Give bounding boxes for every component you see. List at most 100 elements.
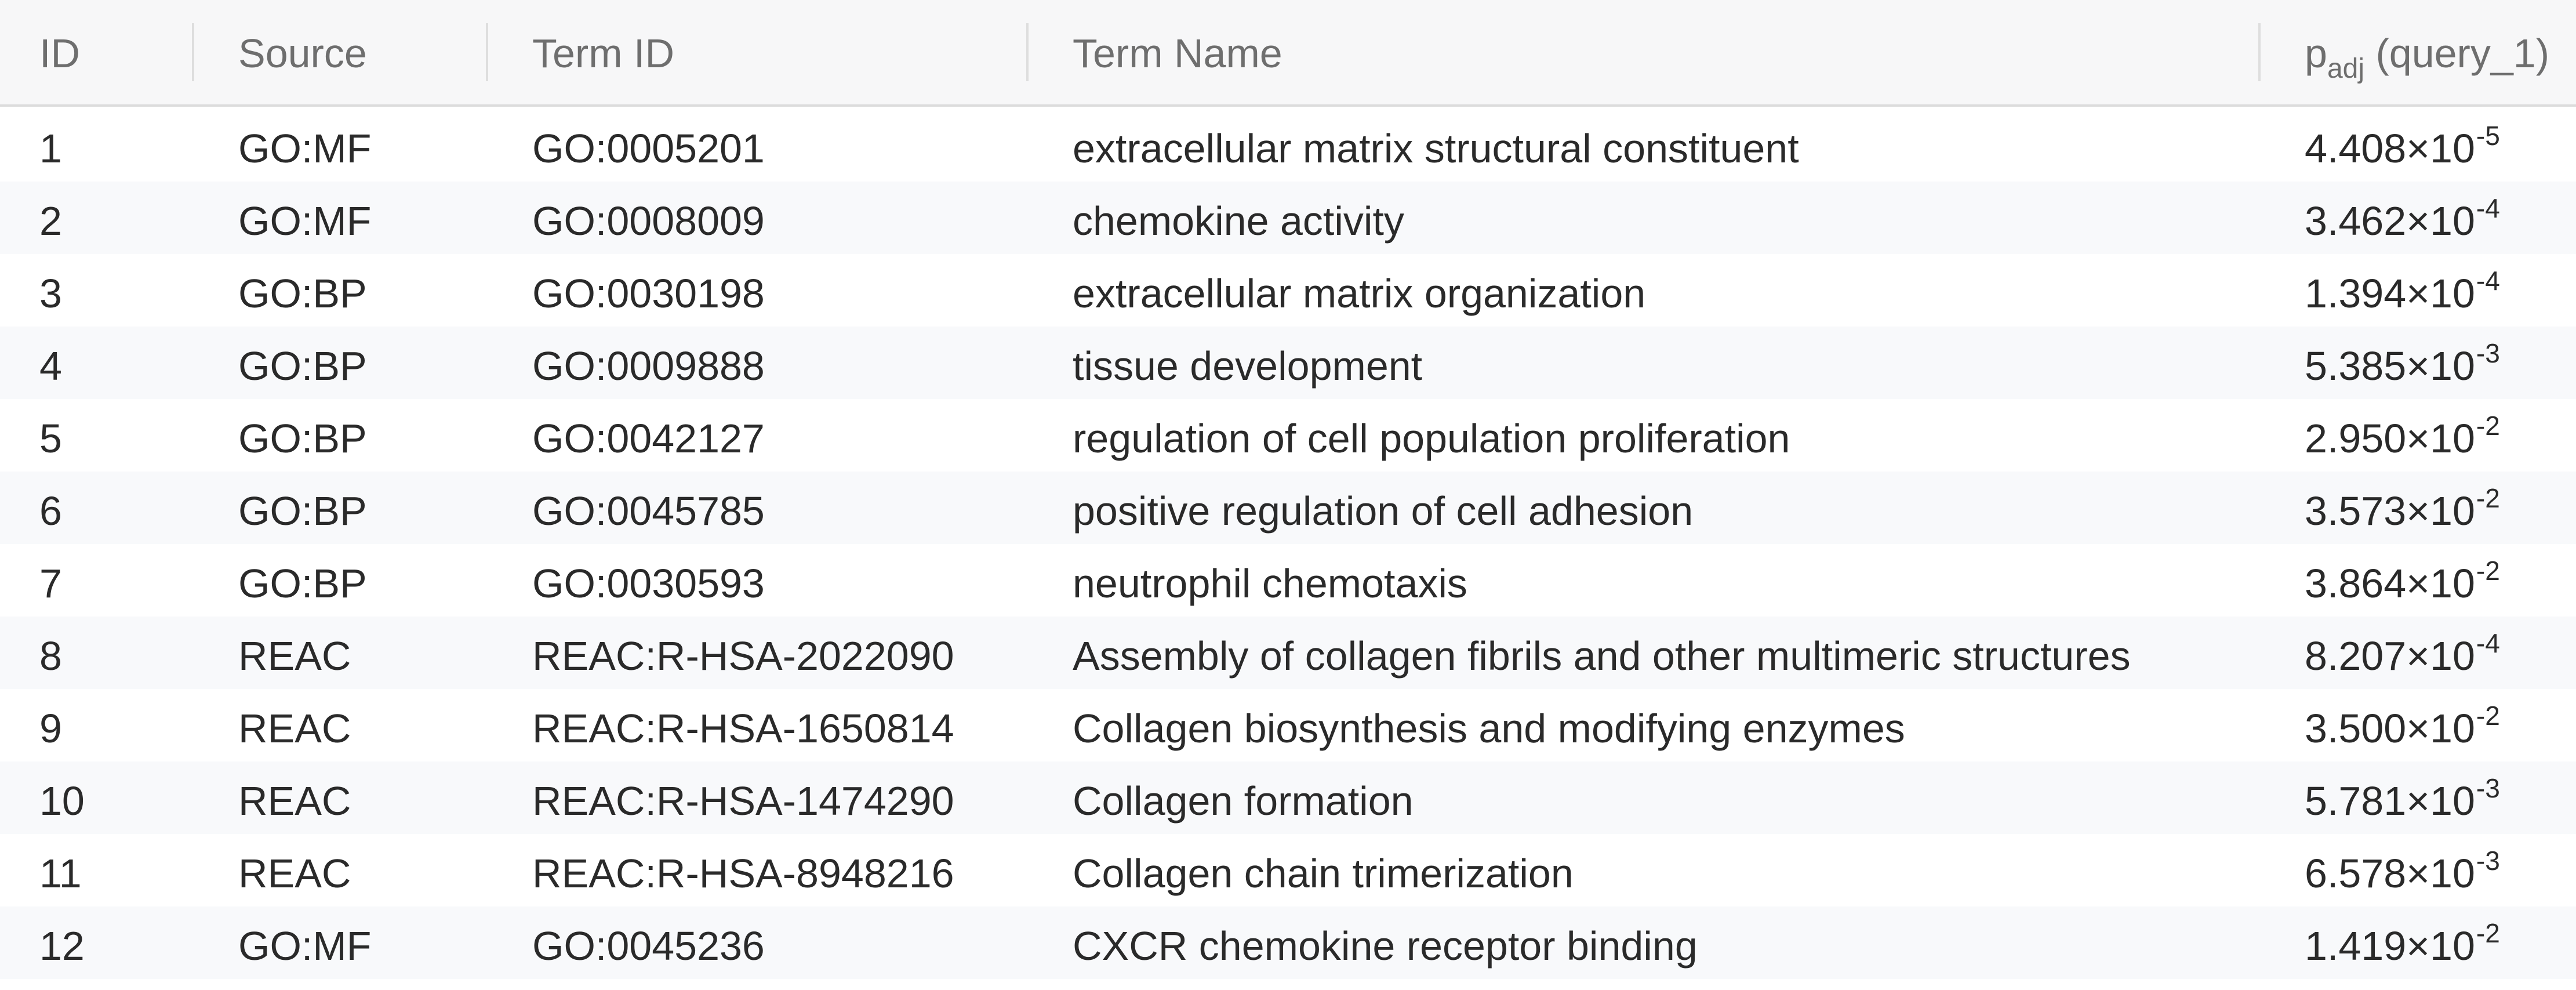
padj-mantissa: 2.950 (2305, 416, 2407, 461)
padj-exponent: -4 (2476, 266, 2500, 296)
cell-source: GO:BP (238, 271, 367, 316)
table-row[interactable]: 3 GO:BP GO:0030198 extracellular matrix org… (0, 254, 2576, 327)
enrichment-results-table: ID Source Term ID Term Name padj (query_… (0, 0, 2576, 979)
padj-exponent: -2 (2476, 918, 2500, 948)
padj-exponent: -3 (2476, 338, 2500, 368)
cell-term-id: REAC:R-HSA-1650814 (532, 706, 954, 751)
cell-term-name: Assembly of collagen fibrils and other m… (1073, 633, 2131, 679)
cell-source: REAC (238, 778, 351, 824)
padj-mantissa: 1.394 (2305, 271, 2407, 316)
cell-source: GO:MF (238, 198, 372, 244)
padj-exponent: -3 (2476, 773, 2500, 803)
cell-term-id: GO:0042127 (532, 416, 765, 461)
cell-padj: 3.462×10-4 (2305, 182, 2500, 254)
padj-mantissa: 5.385 (2305, 343, 2407, 389)
table-row[interactable]: 6 GO:BP GO:0045785 positive regulation of c… (0, 472, 2576, 544)
table-row[interactable]: 1 GO:MF GO:0005201 extracellular matrix str… (0, 109, 2576, 182)
padj-times-ten: ×10 (2406, 488, 2475, 534)
cell-source: GO:MF (238, 923, 372, 969)
cell-term-id: GO:0030593 (532, 561, 765, 606)
cell-source: GO:MF (238, 126, 372, 171)
cell-source: GO:BP (238, 343, 367, 389)
cell-term-id: GO:0005201 (532, 126, 765, 171)
cell-padj: 6.578×10-3 (2305, 834, 2500, 906)
padj-subscript: adj (2327, 53, 2364, 84)
padj-exponent: -2 (2476, 701, 2500, 731)
cell-source: REAC (238, 633, 351, 679)
cell-id: 5 (39, 416, 62, 461)
column-header-term-id[interactable]: Term ID (532, 0, 674, 107)
table-row[interactable]: 4 GO:BP GO:0009888 tissue development 5.385×… (0, 327, 2576, 399)
cell-term-name: CXCR chemokine receptor binding (1073, 923, 1698, 969)
cell-term-name: chemokine activity (1073, 198, 1404, 244)
padj-exponent: -2 (2476, 411, 2500, 441)
cell-source: GO:BP (238, 416, 367, 461)
column-divider[interactable] (192, 23, 194, 81)
padj-mantissa: 6.578 (2305, 851, 2407, 896)
table-row[interactable]: 2 GO:MF GO:0008009 chemokine activity 3.462×… (0, 182, 2576, 254)
cell-term-name: regulation of cell population proliferat… (1073, 416, 1790, 461)
cell-term-id: REAC:R-HSA-2022090 (532, 633, 954, 679)
column-divider[interactable] (2258, 23, 2261, 81)
cell-term-id: GO:0045785 (532, 488, 765, 534)
column-header-term-name[interactable]: Term Name (1073, 0, 1282, 107)
padj-query-label: (query_1) (2364, 31, 2550, 76)
column-divider[interactable] (486, 23, 488, 81)
table-row[interactable]: 9 REAC REAC:R-HSA-1650814 Collagen biosynth… (0, 689, 2576, 761)
padj-times-ten: ×10 (2406, 851, 2475, 896)
padj-exponent: -2 (2476, 483, 2500, 513)
cell-padj: 3.500×10-2 (2305, 689, 2500, 761)
cell-padj: 3.573×10-2 (2305, 472, 2500, 544)
padj-mantissa: 8.207 (2305, 633, 2407, 679)
padj-exponent: -2 (2476, 556, 2500, 586)
table-header: ID Source Term ID Term Name padj (query_… (0, 0, 2576, 107)
table-row[interactable]: 8 REAC REAC:R-HSA-2022090 Assembly of colla… (0, 617, 2576, 689)
column-header-padj[interactable]: padj (query_1) (2305, 0, 2549, 107)
table-row[interactable]: 11 REAC REAC:R-HSA-8948216 Collagen chain t… (0, 834, 2576, 906)
cell-term-id: GO:0008009 (532, 198, 765, 244)
cell-source: GO:BP (238, 488, 367, 534)
cell-padj: 5.385×10-3 (2305, 327, 2500, 399)
cell-padj: 1.419×10-2 (2305, 906, 2500, 979)
cell-term-name: extracellular matrix organization (1073, 271, 1646, 316)
padj-exponent: -4 (2476, 628, 2500, 658)
padj-times-ten: ×10 (2406, 923, 2475, 969)
cell-term-id: GO:0045236 (532, 923, 765, 969)
table-row[interactable]: 7 GO:BP GO:0030593 neutrophil chemotaxis 3.8… (0, 544, 2576, 617)
cell-source: REAC (238, 706, 351, 751)
cell-id: 1 (39, 126, 62, 171)
padj-times-ten: ×10 (2406, 778, 2475, 824)
padj-mantissa: 3.864 (2305, 561, 2407, 606)
padj-exponent: -4 (2476, 193, 2500, 223)
padj-exponent: -3 (2476, 846, 2500, 876)
padj-times-ten: ×10 (2406, 561, 2475, 606)
padj-times-ten: ×10 (2406, 271, 2475, 316)
padj-times-ten: ×10 (2406, 706, 2475, 751)
table-row[interactable]: 5 GO:BP GO:0042127 regulation of cell popul… (0, 399, 2576, 472)
padj-exponent: -5 (2476, 121, 2500, 151)
padj-times-ten: ×10 (2406, 126, 2475, 171)
padj-times-ten: ×10 (2406, 416, 2475, 461)
cell-id: 8 (39, 633, 62, 679)
cell-term-name: neutrophil chemotaxis (1073, 561, 1467, 606)
cell-term-name: positive regulation of cell adhesion (1073, 488, 1694, 534)
cell-id: 6 (39, 488, 62, 534)
table-row[interactable]: 10 REAC REAC:R-HSA-1474290 Collagen formati… (0, 761, 2576, 834)
padj-times-ten: ×10 (2406, 633, 2475, 679)
cell-term-id: GO:0030198 (532, 271, 765, 316)
cell-term-name: Collagen biosynthesis and modifying enzy… (1073, 706, 1905, 751)
padj-mantissa: 5.781 (2305, 778, 2407, 824)
cell-source: GO:BP (238, 561, 367, 606)
cell-term-name: Collagen formation (1073, 778, 1414, 824)
padj-mantissa: 3.573 (2305, 488, 2407, 534)
column-header-source[interactable]: Source (238, 0, 367, 107)
cell-id: 4 (39, 343, 62, 389)
table-row[interactable]: 12 GO:MF GO:0045236 CXCR chemokine receptor… (0, 906, 2576, 979)
cell-term-id: GO:0009888 (532, 343, 765, 389)
column-header-id[interactable]: ID (39, 0, 80, 107)
cell-term-name: Collagen chain trimerization (1073, 851, 1574, 896)
cell-id: 9 (39, 706, 62, 751)
cell-id: 11 (39, 851, 82, 896)
column-divider[interactable] (1026, 23, 1029, 81)
cell-padj: 8.207×10-4 (2305, 617, 2500, 689)
